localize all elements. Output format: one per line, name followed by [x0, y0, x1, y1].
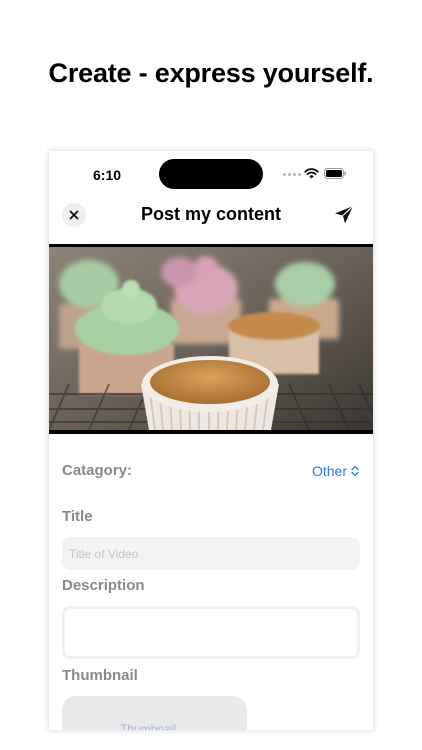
page-headline: Create - express yourself.: [48, 58, 374, 88]
category-value: Other: [311, 463, 347, 479]
dynamic-island: [159, 159, 263, 189]
wifi-icon: [304, 168, 319, 179]
title-input[interactable]: [62, 537, 360, 570]
description-label: Description: [62, 577, 145, 594]
description-input[interactable]: [62, 606, 360, 659]
send-icon[interactable]: [333, 204, 355, 226]
signal-dots-icon: [283, 173, 301, 176]
thumbnail-button-label: Thumbnail: [120, 722, 177, 730]
nav-title: Post my content: [140, 204, 282, 224]
status-bar: 6:10: [49, 151, 373, 195]
chevron-updown-icon: [351, 465, 359, 477]
category-row: Catagory: Other: [62, 462, 359, 482]
video-preview[interactable]: [49, 244, 373, 434]
category-label: Catagory:: [62, 462, 133, 479]
thumbnail-label: Thumbnail: [62, 667, 138, 684]
phone-frame: 6:10 Post my content Catagory: Other Tit…: [49, 151, 373, 730]
battery-icon: [324, 168, 346, 179]
status-time: 6:10: [93, 167, 122, 183]
title-label: Title: [62, 508, 93, 525]
nav-bar: Post my content: [49, 197, 373, 237]
category-picker[interactable]: Other: [312, 463, 359, 479]
thumbnail-button[interactable]: Thumbnail: [62, 696, 247, 730]
